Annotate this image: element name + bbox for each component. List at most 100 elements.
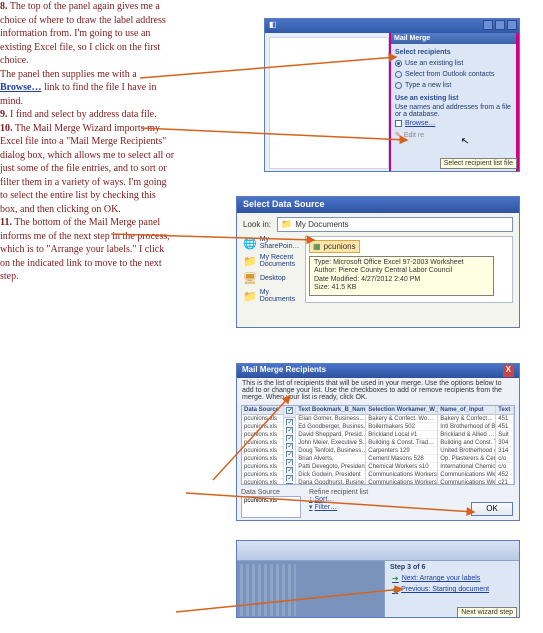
table-cell: United Brotherhood of Ca…: [438, 447, 495, 455]
row-checkbox[interactable]: [286, 443, 293, 450]
table-row: [284, 442, 295, 450]
option-existing-list[interactable]: Use an existing list: [395, 60, 512, 67]
table-cell: 314: [496, 447, 513, 455]
lookin-label: Look in:: [243, 220, 271, 229]
selected-file[interactable]: ▦ pcunions: [309, 240, 360, 253]
step-9-instruction: 9. I find and select by address data fil…: [0, 108, 160, 122]
row-checkbox[interactable]: [286, 475, 293, 482]
col-hdr-check[interactable]: [284, 406, 295, 418]
step-8-instruction: 8. The top of the panel again gives me a…: [0, 0, 175, 108]
sort-link[interactable]: ↕Sort…: [309, 496, 368, 503]
row-checkbox[interactable]: [286, 435, 293, 442]
table-cell: Bakery & Confect…: [438, 415, 495, 423]
file-list-pane[interactable]: ▦ pcunions Type: Microsoft Office Excel …: [305, 236, 513, 303]
table-cell: Dana Goodhurst, Busine…: [296, 479, 365, 485]
previous-step-link[interactable]: ◆Previous: Starting document: [392, 585, 514, 594]
table-cell: Brickland & Allied …: [438, 431, 495, 439]
table-row: [284, 482, 295, 485]
dialog-titlebar: Mail Merge Recipients X: [237, 364, 519, 378]
maximize-icon[interactable]: [495, 20, 505, 30]
edit-recipient-link[interactable]: ✎Edit re: [395, 131, 512, 139]
step-10-number: 10.: [0, 123, 13, 134]
recipients-table: Data Source pcunions.xls pcunions.xls pc…: [241, 405, 515, 485]
table-row: [284, 426, 295, 434]
places-bar: 🌐My SharePoin… 📁My Recent Documents 🖥Des…: [243, 236, 301, 303]
table-cell: John Meier, Executive S…: [296, 439, 365, 447]
window-controls: [483, 20, 517, 30]
dialog-title: Mail Merge Recipients: [242, 365, 326, 377]
browse-icon: [395, 120, 402, 127]
next-step-link[interactable]: ➔Next: Arrange your labels: [392, 574, 514, 583]
option-new-list[interactable]: Type a new list: [395, 82, 512, 89]
dialog-description: This is the list of recipients that will…: [237, 378, 519, 403]
folder-icon: 📁: [281, 219, 292, 230]
window-titlebar: ◧: [265, 19, 519, 33]
screenshot-mail-merge-recipients: Mail Merge Recipients X This is the list…: [236, 363, 520, 521]
table-cell: Ed Goodberger, Busines…: [296, 423, 365, 431]
table-cell: David Sheppard, Presid…: [296, 431, 365, 439]
table-cell: Elian Gomer, Business…: [296, 415, 365, 423]
previous-step-label: Previous: Starting document: [401, 586, 489, 593]
mail-merge-task-pane: Mail Merge Select recipients Use an exis…: [389, 33, 519, 172]
work-area: [237, 561, 384, 618]
table-cell: Patti Devegoto, President: [296, 463, 365, 471]
table-cell: Building and Const. Trad…: [438, 439, 495, 447]
tooltip-line: Author: Pierce County Central Labor Coun…: [314, 267, 489, 275]
documents-icon: 📁: [243, 290, 257, 303]
table-cell: Communications Workers: [366, 471, 437, 479]
row-checkbox[interactable]: [286, 467, 293, 474]
close-icon[interactable]: X: [503, 365, 514, 377]
arrow-left-icon: ◆: [392, 585, 398, 594]
minimize-icon[interactable]: [483, 20, 493, 30]
place-sharepoint[interactable]: 🌐My SharePoin…: [243, 236, 301, 250]
col-hdr-input[interactable]: Name_of_Input: [438, 406, 495, 415]
table-cell: Bakery & Confect. Wo…: [366, 415, 437, 423]
row-checkbox[interactable]: [286, 483, 293, 485]
lookin-dropdown[interactable]: 📁 My Documents: [277, 217, 513, 232]
datasource-list[interactable]: pcunions.xls: [241, 496, 301, 518]
table-cell: Doug Tenfold, Business…: [296, 447, 365, 455]
table-cell: Building & Const. Trad…: [366, 439, 437, 447]
arrow-right-icon: ➔: [392, 574, 399, 583]
browse-link[interactable]: Browse…: [395, 120, 512, 127]
close-icon[interactable]: [507, 20, 517, 30]
table-cell: International Chemical W…: [438, 463, 495, 471]
radio-icon: [395, 60, 402, 67]
datasource-label: Data Source: [241, 489, 301, 496]
place-recent[interactable]: 📁My Recent Documents: [243, 254, 301, 268]
refine-label: Refine recipient list: [309, 489, 368, 496]
table-row: [284, 466, 295, 474]
window-title-icon: ◧: [269, 20, 277, 29]
select-all-checkbox[interactable]: [286, 407, 293, 414]
row-checkbox[interactable]: [286, 459, 293, 466]
table-row: [284, 458, 295, 466]
option-outlook-contacts-label: Select from Outlook contacts: [405, 71, 494, 78]
desktop-icon: 🖥: [243, 272, 257, 285]
place-desktop[interactable]: 🖥Desktop: [243, 272, 301, 285]
step-8-number: 8.: [0, 1, 8, 12]
table-cell: pcunions.xls: [242, 439, 283, 447]
place-documents[interactable]: 📁My Documents: [243, 289, 301, 303]
edit-recipient-label: Edit re: [404, 132, 424, 139]
filter-link[interactable]: ▾Filter…: [309, 503, 368, 511]
col-hdr-text[interactable]: Text: [496, 406, 513, 415]
row-checkbox[interactable]: [286, 427, 293, 434]
col-hdr-datasource[interactable]: Data Source: [242, 406, 283, 415]
step-9-number: 9.: [0, 109, 8, 120]
task-pane-title: Mail Merge: [391, 33, 516, 44]
ok-button[interactable]: OK: [471, 502, 513, 516]
option-outlook-contacts[interactable]: Select from Outlook contacts: [395, 71, 512, 78]
row-checkbox[interactable]: [286, 451, 293, 458]
col-hdr-union[interactable]: Selection Workamer_W_A…: [366, 406, 437, 415]
step-10-body: The Mail Merge Wizard imports my Excel f…: [0, 123, 174, 215]
step-11-number: 11.: [0, 217, 12, 228]
recent-icon: 📁: [243, 255, 257, 268]
row-checkbox[interactable]: [286, 419, 293, 426]
screenshot-mail-merge-panel: ◧ Mail Merge Select recipients Use an ex…: [264, 18, 520, 172]
table-cell: c21: [496, 479, 513, 485]
tooltip-line: Size: 41.5 KB: [314, 284, 489, 292]
table-cell: pcunions.xls: [242, 447, 283, 455]
col-hdr-name[interactable]: Text Bookmark_B_Nam…: [296, 406, 365, 415]
file-tooltip: Type: Microsoft Office Excel 97-2003 Wor…: [309, 256, 494, 296]
option-existing-list-label: Use an existing list: [405, 60, 463, 67]
